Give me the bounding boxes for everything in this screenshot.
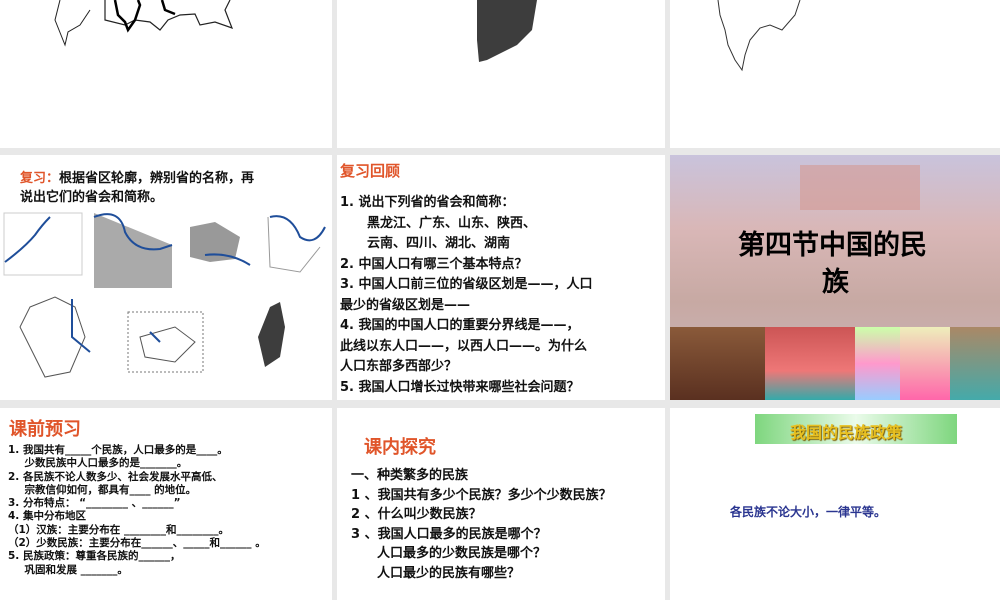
tiananmen-background-image — [800, 165, 920, 210]
preview-line: 4. 集中分布地区 — [8, 510, 86, 523]
slide-thumbnail-2[interactable] — [337, 0, 665, 148]
preview-line: （1）汉族：主要分布在 ________和________。 — [8, 523, 229, 536]
question-line: 云南、四川、湖北、湖南 — [354, 236, 511, 251]
explore-line: 人口最多的少数民族是哪个？ — [351, 546, 547, 561]
slide-title: 复习回顾 — [340, 162, 401, 180]
explore-line: 1 、我国共有多少个民族？多少个少数民族？ — [351, 487, 612, 503]
slide-thumbnail-3[interactable]: ​ — [670, 0, 1000, 148]
preview-line: 宗教信仰如何，都具有____ 的地位。 — [14, 483, 197, 496]
slide-title: 课前预习 — [9, 419, 81, 440]
policy-text: 各民族不论大小，一律平等。 — [730, 505, 887, 519]
question-line: 4. 我国的中国人口的重要分界线是——， — [340, 318, 580, 333]
review-label: 复习： — [20, 171, 60, 186]
preview-line: 5. 民族政策：尊重各民族的______， — [8, 550, 181, 563]
slide-review-questions[interactable]: 复习回顾 1. 说出下列省的省会和简称： 黑龙江、广东、山东、陕西、 云南、四川… — [337, 155, 665, 400]
slide-ethnic-policy[interactable]: 我国的民族政策 各民族不论大小，一律平等。 — [670, 408, 1000, 600]
question-line: 此线以东人口——，以西人口——。为什么 — [340, 338, 588, 354]
slide-review-maps[interactable]: 复习：根据省区轮廓，辨别省的名称，再 说出它们的省会和简称。 — [0, 155, 332, 400]
ethnic-photo-strip — [670, 327, 1000, 400]
title-line2: 族 — [822, 267, 849, 298]
review-text-line1: 根据省区轮廓，辨别省的名称，再 — [59, 171, 255, 186]
slide-title-ethnic-groups[interactable]: 第四节中国的民 族 — [670, 155, 1000, 400]
preview-line: 1. 我国共有_____个民族，人口最多的是____。 — [8, 444, 228, 456]
question-line: 5. 我国人口增长过快带来哪些社会问题？ — [340, 379, 580, 395]
explore-line: 人口最少的民族有哪些？ — [351, 565, 521, 581]
slide-explore[interactable]: 课内探究 一、种类繁多的民族 1 、我国共有多少个民族？多少个少数民族？ 2 、… — [337, 408, 665, 600]
preview-line: 2. 各民族不论人数多少、社会发展水平高低、 — [8, 470, 223, 483]
question-line: 1. 说出下列省的省会和简称： — [340, 195, 515, 210]
province-outline-map: ​ — [717, 0, 801, 72]
photo — [670, 327, 765, 400]
explore-line: 2 、什么叫少数民族？ — [351, 507, 482, 522]
explore-line: 3 、我国人口最多的民族是哪个？ — [351, 526, 547, 542]
question-line: 最少的省级区划是—— — [340, 297, 471, 313]
slide-title: 课内探究 — [364, 437, 436, 458]
preview-line: 少数民族中人口最多的是_______。 — [14, 457, 188, 470]
title-line1: 第四节中国的民 — [738, 230, 927, 261]
question-line: 人口东部多西部少？ — [340, 359, 458, 374]
question-line: 3. 中国人口前三位的省级区划是——，人口 — [340, 277, 593, 292]
photo — [900, 327, 950, 400]
slide-thumbnail-1[interactable] — [0, 0, 332, 148]
policy-title: 我国的民族政策 — [790, 423, 903, 442]
preview-line: （2）少数民族：主要分布在______、_____和______ 。 — [8, 537, 266, 550]
question-line: 2. 中国人口有哪三个基本特点？ — [340, 256, 528, 272]
photo — [765, 327, 855, 400]
explore-line: 一、种类繁多的民族 — [351, 468, 469, 483]
photo — [950, 327, 1000, 400]
province-maps-grid — [3, 212, 326, 378]
question-line: 黑龙江、广东、山东、陕西、 — [354, 215, 537, 231]
slide-preview[interactable]: 课前预习 1. 我国共有_____个民族，人口最多的是____。 少数民族中人口… — [0, 408, 332, 600]
photo — [855, 327, 900, 400]
preview-line: 3. 分布特点： “________ 、______” — [8, 497, 181, 510]
province-outline-map — [54, 0, 234, 47]
shanxi-province-silhouette — [477, 0, 537, 62]
review-text-line2: 说出它们的省会和简称。 — [20, 190, 164, 205]
preview-line: 巩固和发展 _______。 — [14, 563, 128, 576]
